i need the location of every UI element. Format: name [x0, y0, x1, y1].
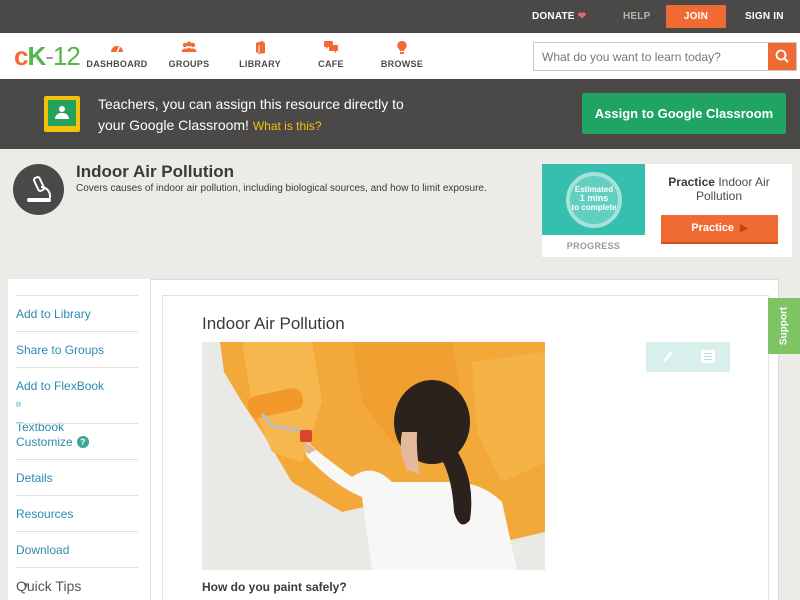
ck12-logo[interactable]: cK-12 — [14, 43, 81, 69]
heart-icon: ❤ — [577, 11, 587, 22]
arrow-right-icon: ▶ — [740, 223, 748, 234]
pencil-icon[interactable] — [660, 350, 674, 364]
groups-icon — [154, 41, 224, 55]
share-to-groups-link[interactable]: Share to Groups — [16, 331, 138, 367]
action-sidebar: Add to Library Share to Groups Add to Fl… — [8, 279, 151, 600]
microscope-icon — [13, 164, 64, 215]
page-title: Indoor Air Pollution — [76, 162, 235, 181]
practice-title: Practice Indoor Air Pollution — [668, 175, 770, 203]
what-is-this-link[interactable]: What is this? — [253, 119, 322, 133]
article-question: How do you paint safely? — [202, 580, 347, 594]
progress-label: PROGRESS — [566, 241, 621, 251]
search-button[interactable] — [768, 43, 796, 70]
add-to-flexbook-link[interactable]: Add to FlexBook ® Textbook — [16, 367, 138, 434]
nav-groups[interactable]: GROUPS — [154, 41, 224, 69]
painting-wall-photo — [202, 342, 545, 570]
page-description: Covers causes of indoor air pollution, i… — [76, 183, 487, 194]
help-link[interactable]: HELP — [623, 0, 650, 33]
nav-cafe[interactable]: CAFE — [296, 41, 366, 69]
download-link[interactable]: Download ▼ — [16, 531, 138, 590]
practice-card: Estimated 1 mins to complete PROGRESS Pr… — [542, 164, 792, 257]
practice-progress-graphic: Estimated 1 mins to complete — [542, 164, 645, 235]
sign-in-link[interactable]: SIGN IN — [745, 0, 784, 33]
donate-link[interactable]: DONATE ❤ — [532, 0, 586, 33]
nav-dashboard[interactable]: DASHBOARD — [82, 41, 152, 69]
quick-tips-heading: Quick Tips — [16, 567, 138, 600]
cafe-icon — [296, 41, 366, 55]
classroom-message: Teachers, you can assign this resource d… — [98, 96, 404, 133]
dashboard-icon — [82, 41, 152, 55]
search-input[interactable] — [534, 43, 768, 70]
resources-link[interactable]: Resources — [16, 495, 138, 531]
nav-browse[interactable]: BROWSE — [367, 40, 437, 69]
estimated-time-ring: Estimated 1 mins to complete — [566, 172, 622, 228]
search-icon — [775, 49, 789, 63]
annotation-toolbar — [646, 342, 730, 372]
notes-icon[interactable] — [701, 350, 715, 364]
practice-button[interactable]: Practice ▶ — [661, 215, 778, 244]
nav-library[interactable]: LIBRARY — [225, 41, 295, 69]
details-link[interactable]: Details — [16, 459, 138, 495]
join-button[interactable]: JOIN — [666, 5, 726, 28]
article-title: Indoor Air Pollution — [202, 314, 345, 333]
search-box — [533, 42, 797, 71]
browse-icon — [367, 40, 437, 55]
support-tab[interactable]: Support — [768, 298, 800, 354]
google-classroom-icon — [44, 96, 80, 132]
add-to-library-link[interactable]: Add to Library — [16, 295, 138, 331]
customize-link[interactable]: Customize? — [16, 423, 138, 459]
top-bar: DONATE ❤ HELP JOIN SIGN IN — [0, 0, 800, 33]
help-icon[interactable]: ? — [76, 436, 89, 448]
assign-classroom-button[interactable]: Assign to Google Classroom — [582, 93, 786, 134]
library-icon — [225, 41, 295, 55]
main-nav: cK-12 DASHBOARD GROUPS LIBRARY CAFE BROW… — [0, 33, 800, 79]
